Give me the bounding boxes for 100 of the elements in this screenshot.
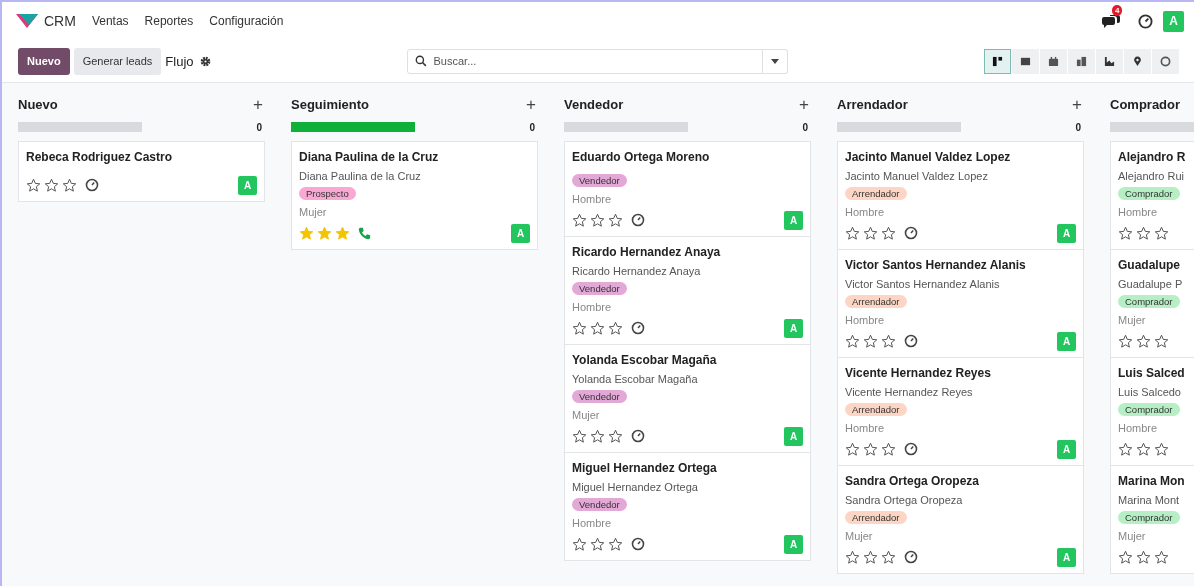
star-icon[interactable] <box>1118 549 1133 565</box>
lead-card[interactable]: Guadalupe Guadalupe P Comprador Mujer <box>1110 249 1194 358</box>
priority-stars[interactable] <box>572 212 623 228</box>
star-icon[interactable] <box>1154 333 1169 349</box>
star-icon[interactable] <box>44 177 59 193</box>
add-card-button[interactable]: + <box>1070 95 1084 113</box>
priority-stars[interactable] <box>1118 225 1169 241</box>
column-title: Seguimiento <box>291 96 369 112</box>
clock-icon[interactable] <box>904 226 918 240</box>
lead-card[interactable]: Vicente Hernandez Reyes Vicente Hernandez Reyes Arrendador Hombre A <box>837 357 1084 466</box>
star-icon[interactable] <box>590 536 605 552</box>
clock-icon[interactable] <box>631 213 645 227</box>
app-name[interactable]: CRM <box>44 13 76 29</box>
clock-icon[interactable] <box>904 334 918 348</box>
star-icon[interactable] <box>1154 441 1169 457</box>
view-graph-button[interactable] <box>1096 48 1123 74</box>
clock-icon[interactable] <box>904 550 918 564</box>
crm-logo-icon[interactable] <box>16 14 38 28</box>
view-activity-button[interactable] <box>1152 48 1179 74</box>
lead-card[interactable]: Luis Salced Luis Salcedo Comprador Hombre <box>1110 357 1194 466</box>
star-icon[interactable] <box>1136 441 1151 457</box>
lead-card[interactable]: Ricardo Hernandez Anaya Ricardo Hernandez Anaya Vendedor Hombre A <box>564 236 811 345</box>
clock-icon[interactable] <box>631 537 645 551</box>
star-icon[interactable] <box>845 441 860 457</box>
phone-icon[interactable] <box>358 226 371 240</box>
priority-stars[interactable] <box>845 333 896 349</box>
star-icon[interactable] <box>572 212 587 228</box>
star-icon[interactable] <box>572 536 587 552</box>
star-icon[interactable] <box>590 212 605 228</box>
priority-stars[interactable] <box>845 225 896 241</box>
star-icon[interactable] <box>608 212 623 228</box>
star-icon[interactable] <box>62 177 77 193</box>
star-icon[interactable] <box>863 225 878 241</box>
clock-icon[interactable] <box>1138 13 1153 29</box>
star-icon[interactable] <box>1154 225 1169 241</box>
star-icon[interactable] <box>845 333 860 349</box>
priority-stars[interactable] <box>1118 333 1169 349</box>
star-icon[interactable] <box>590 428 605 444</box>
priority-stars[interactable] <box>845 549 896 565</box>
chat-icon[interactable] <box>1102 13 1122 29</box>
star-icon[interactable] <box>608 428 623 444</box>
star-icon[interactable] <box>608 536 623 552</box>
lead-card[interactable]: Eduardo Ortega Moreno Vendedor Hombre A <box>564 141 811 237</box>
star-icon[interactable] <box>1118 441 1133 457</box>
star-icon[interactable] <box>863 441 878 457</box>
star-icon[interactable] <box>845 225 860 241</box>
star-icon[interactable] <box>572 428 587 444</box>
star-icon[interactable] <box>845 549 860 565</box>
star-icon[interactable] <box>572 320 587 336</box>
view-pivot-button[interactable] <box>1068 48 1095 74</box>
star-icon[interactable] <box>881 225 896 241</box>
priority-stars[interactable] <box>572 320 623 336</box>
priority-stars[interactable] <box>1118 549 1169 565</box>
star-icon[interactable] <box>863 333 878 349</box>
generate-leads-button[interactable]: Generar leads <box>73 47 162 75</box>
gear-icon[interactable] <box>199 55 211 67</box>
lead-card[interactable]: Jacinto Manuel Valdez Lopez Jacinto Manuel Valdez Lopez Arrendador Hombre A <box>837 141 1084 250</box>
lead-card[interactable]: Sandra Ortega Oropeza Sandra Ortega Oropeza Arrendador Mujer A <box>837 465 1084 574</box>
star-icon[interactable] <box>1136 225 1151 241</box>
star-icon[interactable] <box>608 320 623 336</box>
clock-icon[interactable] <box>904 442 918 456</box>
star-icon[interactable] <box>1118 333 1133 349</box>
lead-card[interactable]: Yolanda Escobar Magaña Yolanda Escobar Magaña Vendedor Mujer A <box>564 344 811 453</box>
star-icon[interactable] <box>1118 225 1133 241</box>
clock-icon[interactable] <box>85 178 99 192</box>
clock-icon[interactable] <box>631 429 645 443</box>
priority-stars[interactable] <box>572 536 623 552</box>
search-dropdown-button[interactable] <box>762 48 788 74</box>
menu-item[interactable]: Configuración <box>209 14 284 28</box>
star-icon[interactable] <box>881 333 896 349</box>
lead-card[interactable]: Miguel Hernandez Ortega Miguel Hernandez Ortega Vendedor Hombre A <box>564 452 811 561</box>
menu-item[interactable]: Reportes <box>144 14 194 28</box>
lead-card[interactable]: Marina Mon Marina Mont Comprador Mujer <box>1110 465 1194 574</box>
add-card-button[interactable]: + <box>797 95 811 113</box>
add-card-button[interactable]: + <box>251 95 265 113</box>
search-field[interactable]: Buscar... <box>406 48 763 74</box>
priority-stars[interactable] <box>1118 441 1169 457</box>
lead-card[interactable]: Rebeca Rodriguez Castro A <box>18 141 265 202</box>
priority-stars[interactable] <box>26 177 77 193</box>
star-icon[interactable] <box>1136 333 1151 349</box>
star-icon[interactable] <box>881 549 896 565</box>
view-calendar-button[interactable] <box>1040 48 1067 74</box>
lead-card[interactable]: Diana Paulina de la Cruz Diana Paulina de la Cruz Prospecto Mujer A <box>291 141 538 250</box>
view-kanban-button[interactable] <box>984 48 1011 74</box>
menu-item[interactable]: Ventas <box>91 14 129 28</box>
star-icon[interactable] <box>863 549 878 565</box>
new-button[interactable]: Nuevo <box>18 47 70 75</box>
add-card-button[interactable]: + <box>524 95 538 113</box>
lead-card[interactable]: Alejandro R Alejandro Rui Comprador Hombre <box>1110 141 1194 250</box>
star-icon[interactable] <box>1154 549 1169 565</box>
star-icon[interactable] <box>26 177 41 193</box>
view-list-button[interactable] <box>1012 48 1039 74</box>
star-icon[interactable] <box>1136 549 1151 565</box>
star-icon[interactable] <box>881 441 896 457</box>
priority-stars[interactable] <box>572 428 623 444</box>
star-icon[interactable] <box>590 320 605 336</box>
lead-card[interactable]: Victor Santos Hernandez Alanis Victor Santos Hernandez Alanis Arrendador Hombre A <box>837 249 1084 358</box>
clock-icon[interactable] <box>631 321 645 335</box>
priority-stars[interactable] <box>845 441 896 457</box>
view-map-button[interactable] <box>1124 48 1151 74</box>
